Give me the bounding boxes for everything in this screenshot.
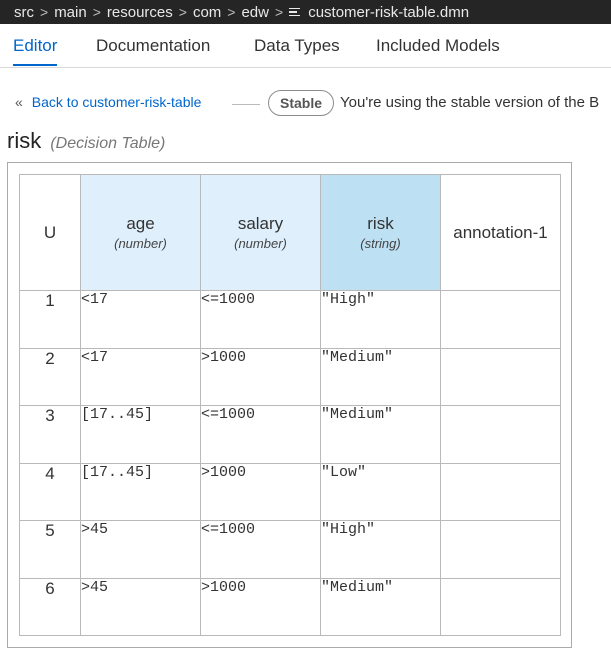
decision-title: risk (Decision Table) bbox=[7, 128, 165, 154]
chevron-right-icon: > bbox=[40, 4, 49, 20]
row-number[interactable]: 6 bbox=[19, 577, 81, 636]
input-column-type: (number) bbox=[234, 236, 287, 251]
table-row: 1 <17 <=1000 "High" bbox=[19, 290, 561, 349]
breadcrumb-item-resources[interactable]: resources bbox=[107, 4, 173, 21]
table-row: 3 [17..45] <=1000 "Medium" bbox=[19, 405, 561, 464]
decision-table: U age (number) salary (number) risk (str… bbox=[19, 174, 561, 636]
age-cell[interactable]: >45 bbox=[80, 577, 201, 636]
breadcrumb-item-com[interactable]: com bbox=[193, 4, 221, 21]
table-row: 4 [17..45] >1000 "Low" bbox=[19, 462, 561, 521]
age-cell[interactable]: >45 bbox=[80, 520, 201, 579]
input-column-header-age[interactable]: age (number) bbox=[80, 174, 201, 291]
salary-cell[interactable]: <=1000 bbox=[200, 290, 321, 349]
editor-tabs: Editor Documentation Data Types Included… bbox=[0, 24, 611, 68]
input-column-name: salary bbox=[237, 214, 284, 233]
tab-editor[interactable]: Editor bbox=[13, 36, 58, 66]
breadcrumb: src > main > resources > com > edw > cus… bbox=[0, 0, 611, 24]
salary-cell[interactable]: >1000 bbox=[200, 347, 321, 406]
input-column-name: age bbox=[126, 214, 155, 233]
salary-cell[interactable]: <=1000 bbox=[200, 405, 321, 464]
row-number[interactable]: 4 bbox=[19, 462, 81, 521]
chevron-right-icon: > bbox=[227, 4, 236, 20]
age-cell[interactable]: [17..45] bbox=[80, 462, 201, 521]
age-cell[interactable]: <17 bbox=[80, 290, 201, 349]
output-column-type: (string) bbox=[360, 236, 401, 251]
hit-policy-cell[interactable]: U bbox=[19, 174, 81, 291]
breadcrumb-file-name[interactable]: customer-risk-table.dmn bbox=[308, 4, 469, 21]
tab-included-models[interactable]: Included Models bbox=[376, 36, 500, 56]
chevron-right-icon: > bbox=[92, 4, 101, 20]
breadcrumb-item-main[interactable]: main bbox=[54, 4, 87, 21]
navigation-row: « Back to customer-risk-table Stable You'… bbox=[0, 88, 611, 122]
risk-cell[interactable]: "Low" bbox=[320, 462, 441, 521]
row-number[interactable]: 3 bbox=[19, 405, 81, 464]
decision-kind: (Decision Table) bbox=[50, 135, 166, 152]
input-column-header-salary[interactable]: salary (number) bbox=[200, 174, 321, 291]
risk-cell[interactable]: "High" bbox=[320, 290, 441, 349]
breadcrumb-item-src[interactable]: src bbox=[14, 4, 34, 21]
annotation-column-header[interactable]: annotation-1 bbox=[440, 174, 561, 291]
double-chevron-left-icon: « bbox=[15, 94, 23, 110]
annotation-cell[interactable] bbox=[440, 290, 561, 349]
annotation-cell[interactable] bbox=[440, 462, 561, 521]
output-column-header-risk[interactable]: risk (string) bbox=[320, 174, 441, 291]
salary-cell[interactable]: >1000 bbox=[200, 462, 321, 521]
row-number[interactable]: 2 bbox=[19, 347, 81, 406]
salary-cell[interactable]: <=1000 bbox=[200, 520, 321, 579]
stable-version-badge: Stable bbox=[268, 90, 334, 116]
divider bbox=[232, 104, 260, 105]
annotation-cell[interactable] bbox=[440, 520, 561, 579]
risk-cell[interactable]: "Medium" bbox=[320, 405, 441, 464]
file-lines-icon bbox=[289, 7, 301, 18]
age-cell[interactable]: [17..45] bbox=[80, 405, 201, 464]
annotation-cell[interactable] bbox=[440, 577, 561, 636]
tab-documentation[interactable]: Documentation bbox=[96, 36, 210, 56]
table-row: 5 >45 <=1000 "High" bbox=[19, 520, 561, 579]
back-link[interactable]: « Back to customer-risk-table bbox=[15, 94, 201, 110]
table-row: 2 <17 >1000 "Medium" bbox=[19, 347, 561, 406]
chevron-right-icon: > bbox=[178, 4, 187, 20]
risk-cell[interactable]: "Medium" bbox=[320, 577, 441, 636]
row-number[interactable]: 1 bbox=[19, 290, 81, 349]
chevron-right-icon: > bbox=[275, 4, 284, 20]
output-column-name: risk bbox=[367, 214, 394, 233]
breadcrumb-item-edw[interactable]: edw bbox=[241, 4, 269, 21]
annotation-cell[interactable] bbox=[440, 347, 561, 406]
tab-data-types[interactable]: Data Types bbox=[254, 36, 340, 56]
back-link-label: Back to customer-risk-table bbox=[31, 94, 202, 110]
salary-cell[interactable]: >1000 bbox=[200, 577, 321, 636]
input-column-type: (number) bbox=[114, 236, 167, 251]
table-row: 6 >45 >1000 "Medium" bbox=[19, 577, 561, 636]
risk-cell[interactable]: "High" bbox=[320, 520, 441, 579]
risk-cell[interactable]: "Medium" bbox=[320, 347, 441, 406]
version-message: You're using the stable version of the B bbox=[340, 94, 600, 111]
age-cell[interactable]: <17 bbox=[80, 347, 201, 406]
row-number[interactable]: 5 bbox=[19, 520, 81, 579]
decision-name[interactable]: risk bbox=[7, 128, 41, 153]
annotation-cell[interactable] bbox=[440, 405, 561, 464]
